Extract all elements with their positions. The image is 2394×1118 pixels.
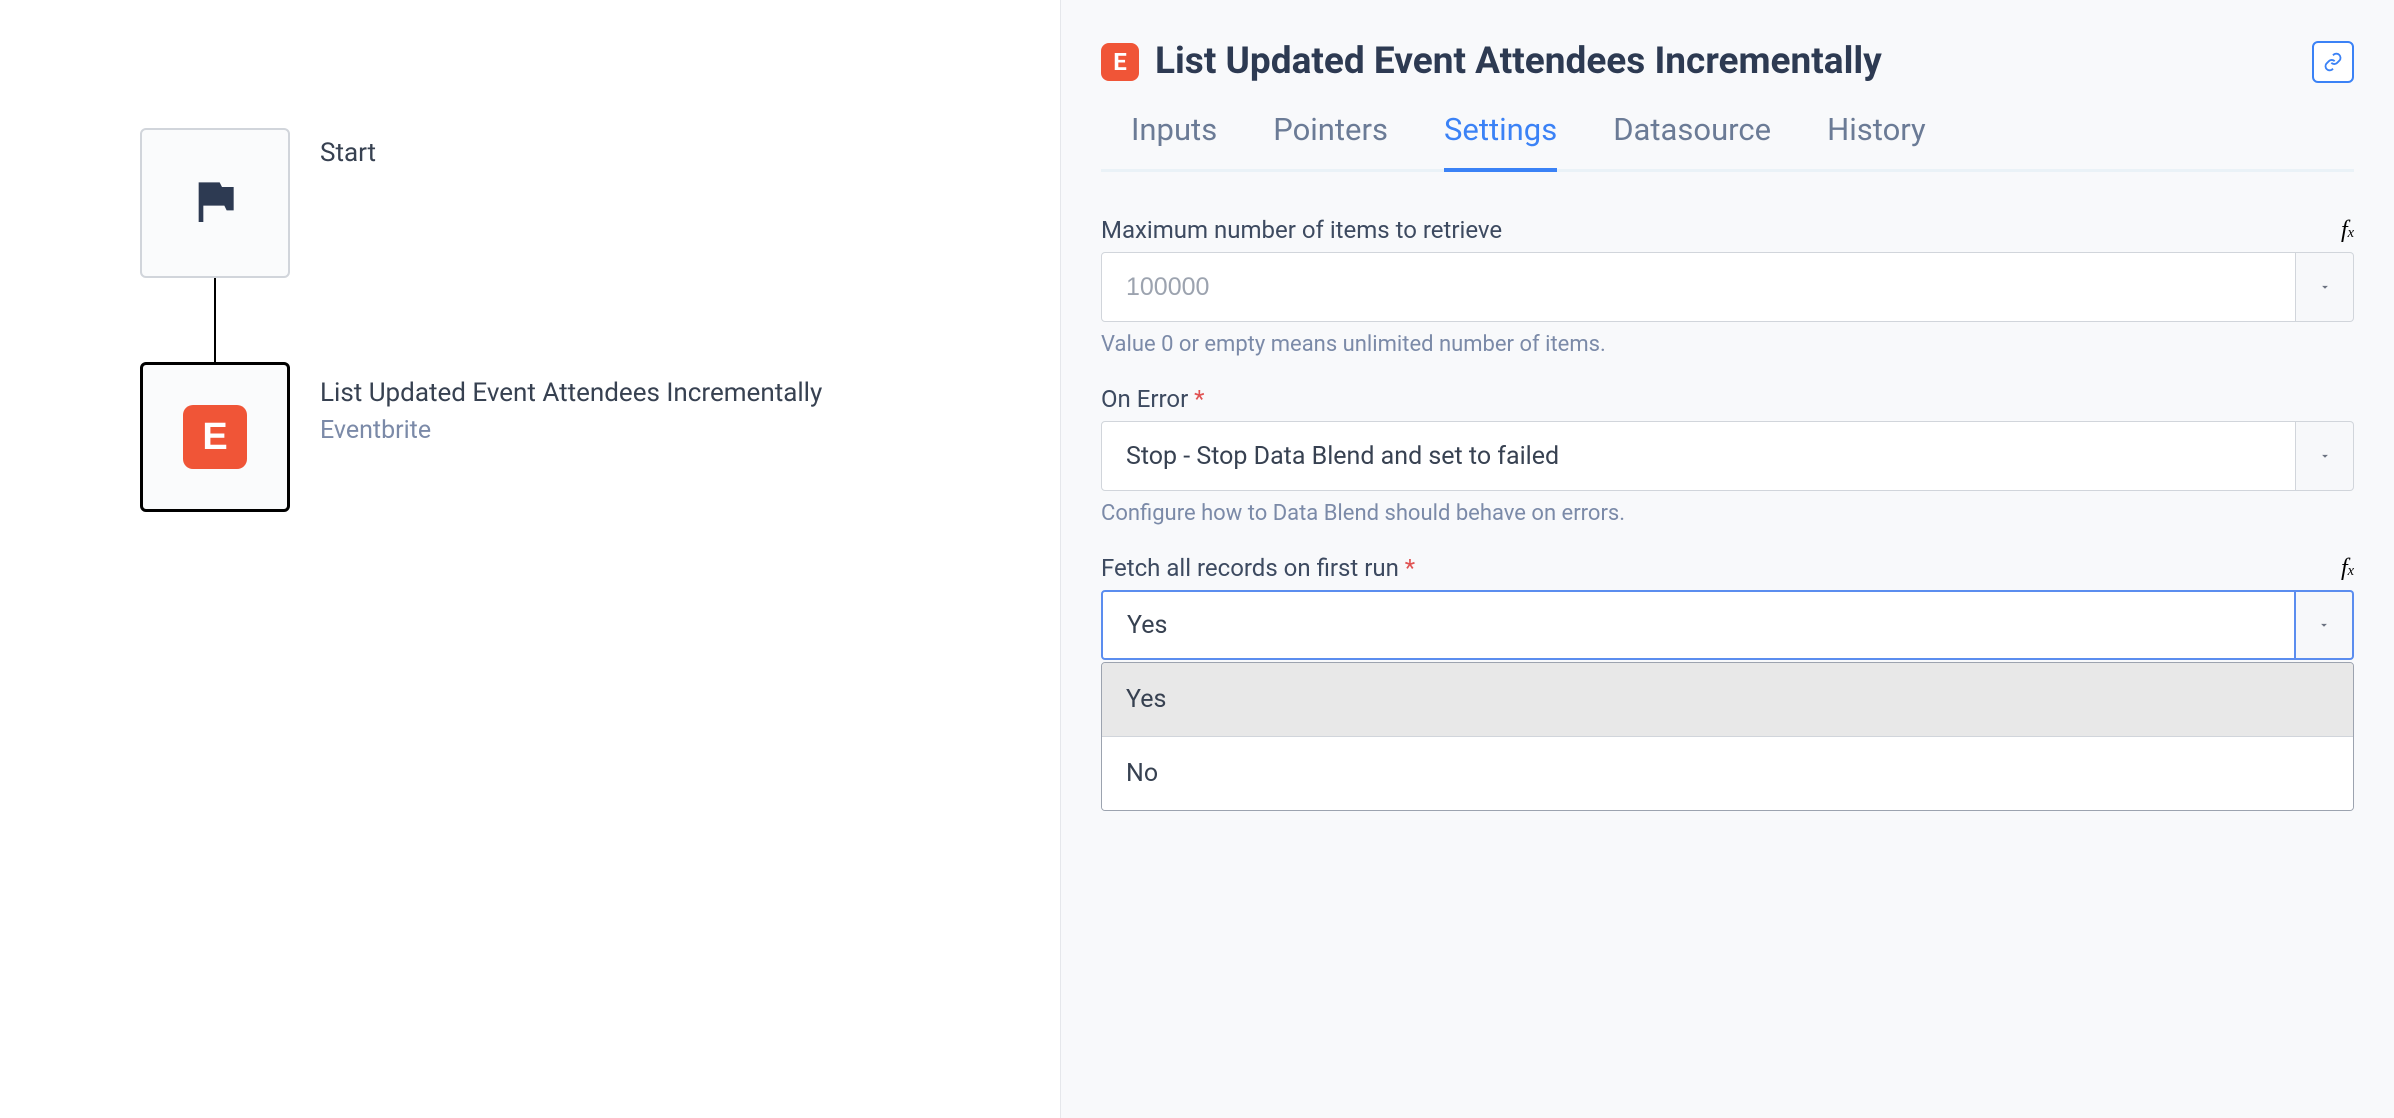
- eventbrite-icon: E: [183, 405, 247, 469]
- max-items-caret[interactable]: [2296, 252, 2354, 322]
- node-connector: [214, 278, 216, 364]
- tab-bar: Inputs Pointers Settings Datasource Hist…: [1101, 111, 2354, 172]
- field-fetch-all: Fetch all records on first run * fx Yes …: [1101, 554, 2354, 811]
- fetch-all-dropdown: Yes No: [1101, 662, 2354, 811]
- max-items-label: Maximum number of items to retrieve: [1101, 216, 1502, 244]
- eventbrite-block-node[interactable]: E: [140, 362, 290, 512]
- flag-icon: [187, 173, 243, 233]
- block-node-title: List Updated Event Attendees Incremental…: [320, 378, 822, 408]
- tab-inputs[interactable]: Inputs: [1131, 111, 1217, 169]
- block-node-provider: Eventbrite: [320, 416, 431, 445]
- start-node-label: Start: [320, 138, 376, 168]
- fx-icon[interactable]: fx: [2341, 555, 2354, 582]
- fetch-all-option-no[interactable]: No: [1102, 736, 2353, 810]
- tab-datasource[interactable]: Datasource: [1613, 111, 1771, 169]
- max-items-help: Value 0 or empty means unlimited number …: [1101, 332, 2354, 357]
- link-button[interactable]: [2312, 41, 2354, 83]
- tab-pointers[interactable]: Pointers: [1273, 111, 1388, 169]
- tab-history[interactable]: History: [1827, 111, 1926, 169]
- fx-icon[interactable]: fx: [2341, 217, 2354, 244]
- fetch-all-select[interactable]: Yes: [1101, 590, 2296, 660]
- eventbrite-icon: E: [1101, 43, 1139, 81]
- config-panel: E List Updated Event Attendees Increment…: [1060, 0, 2394, 1118]
- field-max-items: Maximum number of items to retrieve fx V…: [1101, 216, 2354, 357]
- tab-settings[interactable]: Settings: [1444, 111, 1557, 172]
- on-error-help: Configure how to Data Blend should behav…: [1101, 501, 2354, 526]
- fetch-all-caret[interactable]: [2296, 590, 2354, 660]
- on-error-select[interactable]: Stop - Stop Data Blend and set to failed: [1101, 421, 2296, 491]
- start-node[interactable]: [140, 128, 290, 278]
- on-error-label: On Error *: [1101, 385, 1205, 413]
- field-on-error: On Error * Stop - Stop Data Blend and se…: [1101, 385, 2354, 526]
- fetch-all-option-yes[interactable]: Yes: [1102, 663, 2353, 736]
- max-items-input[interactable]: [1101, 252, 2296, 322]
- on-error-caret[interactable]: [2296, 421, 2354, 491]
- workflow-canvas[interactable]: Start E List Updated Event Attendees Inc…: [0, 0, 1060, 1118]
- panel-title: List Updated Event Attendees Incremental…: [1155, 40, 1882, 83]
- fetch-all-label: Fetch all records on first run *: [1101, 554, 1415, 582]
